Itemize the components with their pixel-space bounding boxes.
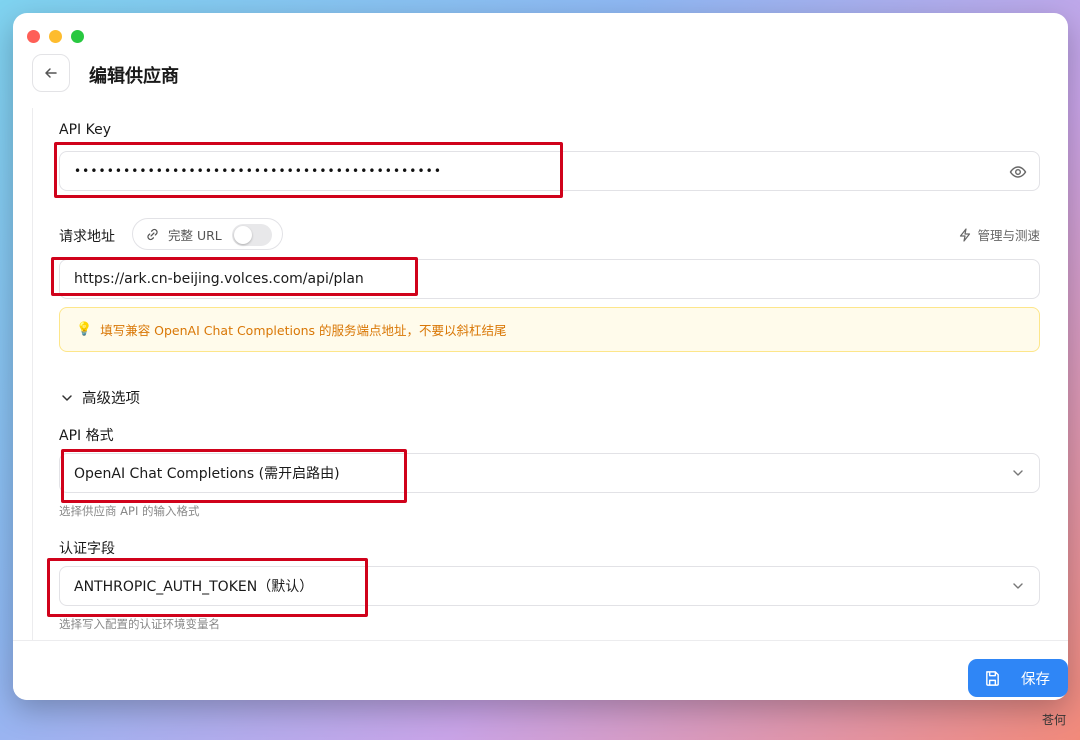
api-key-masked-value: ••••••••••••••••••••••••••••••••••••••••…: [74, 164, 443, 178]
watermark-text: 苍何: [1041, 713, 1066, 727]
chevron-down-icon: [1013, 470, 1023, 476]
full-url-toggle[interactable]: 完整 URL: [132, 218, 283, 250]
request-url-label: 请求地址: [59, 229, 115, 245]
request-url-value: https://ark.cn-beijing.volces.com/api/pl…: [74, 271, 364, 287]
auth-field-help: 选择写入配置的认证环境变量名: [59, 617, 220, 631]
maximize-window-button[interactable]: [71, 30, 84, 43]
api-key-label: API Key: [59, 122, 111, 138]
eye-icon[interactable]: [1009, 163, 1027, 185]
advanced-options-label: 高级选项: [82, 391, 140, 407]
api-key-input[interactable]: ••••••••••••••••••••••••••••••••••••••••…: [59, 151, 1040, 191]
save-icon: [986, 670, 999, 686]
api-format-select[interactable]: OpenAI Chat Completions (需开启路由): [59, 453, 1040, 493]
page-title: 编辑供应商: [89, 66, 179, 87]
chevron-down-icon: [1013, 583, 1023, 589]
back-button[interactable]: [32, 54, 70, 92]
api-format-value: OpenAI Chat Completions (需开启路由): [74, 466, 340, 482]
minimize-window-button[interactable]: [49, 30, 62, 43]
auth-field-select[interactable]: ANTHROPIC_AUTH_TOKEN（默认）: [59, 566, 1040, 606]
request-url-input[interactable]: https://ark.cn-beijing.volces.com/api/pl…: [59, 259, 1040, 299]
manage-speedtest-button[interactable]: 管理与测速: [958, 225, 1040, 244]
manage-label: 管理与测速: [977, 228, 1040, 243]
auth-field-value: ANTHROPIC_AUTH_TOKEN（默认）: [74, 579, 314, 595]
chevron-down-icon: [62, 394, 72, 401]
api-format-help: 选择供应商 API 的输入格式: [59, 504, 200, 518]
auth-field-label: 认证字段: [59, 541, 115, 557]
page-header: 编辑供应商: [13, 53, 1068, 119]
full-url-label: 完整 URL: [168, 227, 222, 243]
full-url-switch[interactable]: [232, 224, 272, 246]
lightning-icon: [960, 227, 971, 242]
switch-knob: [234, 226, 252, 244]
save-label: 保存: [1021, 671, 1050, 688]
link-icon: [147, 228, 158, 240]
advanced-options-toggle[interactable]: 高级选项: [60, 387, 140, 408]
close-window-button[interactable]: [27, 30, 40, 43]
footer-bar: [13, 640, 1068, 700]
lightbulb-icon: 💡: [76, 322, 93, 337]
url-hint-text: 填写兼容 OpenAI Chat Completions 的服务端点地址，不要以…: [100, 323, 507, 338]
app-window: 编辑供应商 API Key ••••••••••••••••••••••••••…: [13, 13, 1068, 700]
arrow-left-icon: [45, 68, 57, 78]
api-format-label: API 格式: [59, 428, 114, 444]
url-hint: 💡 填写兼容 OpenAI Chat Completions 的服务端点地址，不…: [59, 307, 1040, 352]
save-button[interactable]: 保存: [968, 659, 1068, 697]
window-controls: [27, 30, 84, 43]
content-divider: [32, 108, 33, 643]
